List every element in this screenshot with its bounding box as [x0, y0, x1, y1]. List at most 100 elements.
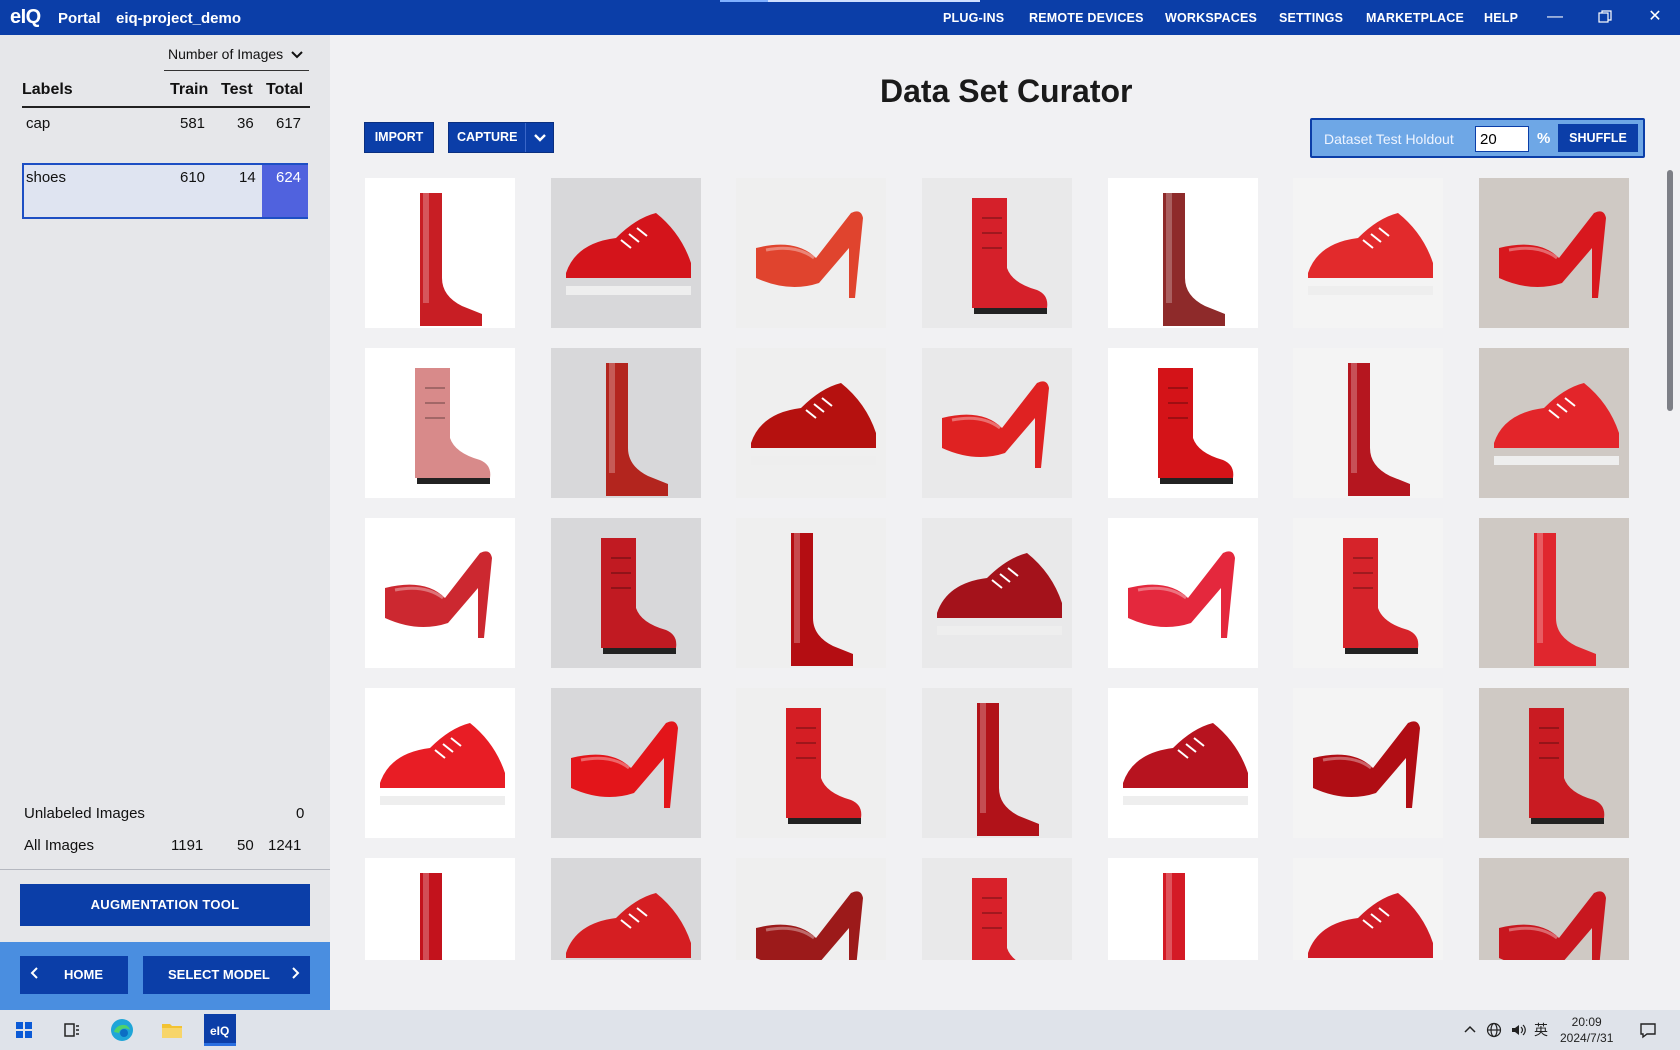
image-thumbnail[interactable]	[1479, 688, 1629, 838]
minimize-icon[interactable]: —	[1540, 4, 1570, 30]
capture-dropdown-chevron-icon[interactable]	[525, 123, 553, 152]
image-thumbnail[interactable]	[365, 688, 515, 838]
clock-date: 2024/7/31	[1560, 1031, 1614, 1045]
menu-remote-devices[interactable]: REMOTE DEVICES	[1029, 11, 1144, 25]
close-icon[interactable]: ✕	[1640, 4, 1670, 30]
menu-plugins[interactable]: PLUG-INS	[943, 11, 1004, 25]
test-header: Test	[221, 81, 253, 98]
image-thumbnail[interactable]	[365, 858, 515, 960]
select-model-button[interactable]: SELECT MODEL	[143, 956, 310, 994]
all-images-total: 1241	[268, 837, 302, 854]
menu-help[interactable]: HELP	[1484, 11, 1518, 25]
import-button[interactable]: IMPORT	[364, 122, 434, 153]
select-model-label: SELECT MODEL	[168, 967, 270, 982]
image-thumbnail[interactable]	[365, 348, 515, 498]
image-thumbnail[interactable]	[1108, 858, 1258, 960]
eiq-portal-taskbar-icon[interactable]: eIQ	[204, 1014, 236, 1046]
augmentation-tool-button[interactable]: AUGMENTATION TOOL	[20, 884, 310, 926]
image-thumbnail[interactable]	[1293, 688, 1443, 838]
image-thumbnail[interactable]	[1479, 518, 1629, 668]
windows-start-icon[interactable]	[8, 1014, 40, 1046]
notification-icon[interactable]	[1632, 1014, 1664, 1046]
all-images-test: 50	[237, 837, 254, 854]
sort-dropdown[interactable]: Number of Images	[164, 43, 309, 71]
image-thumbnail[interactable]	[551, 688, 701, 838]
sort-dropdown-value: Number of Images	[168, 46, 284, 62]
total-header: Total	[266, 81, 304, 98]
image-thumbnail[interactable]	[1293, 858, 1443, 960]
percent-sign: %	[1537, 130, 1551, 147]
page-title: Data Set Curator	[880, 73, 1133, 109]
labels-sidebar: Number of Images Labels Train Test Total…	[0, 35, 330, 1045]
image-thumbnail[interactable]	[736, 858, 886, 960]
image-thumbnail[interactable]	[551, 178, 701, 328]
unlabeled-label: Unlabeled Images	[24, 805, 145, 822]
image-thumbnail[interactable]	[551, 518, 701, 668]
network-globe-icon[interactable]	[1486, 1022, 1502, 1041]
taskbar-clock[interactable]: 20:09 2024/7/31	[1560, 1014, 1613, 1046]
image-thumbnail[interactable]	[1479, 178, 1629, 328]
project-name: eiq-project_demo	[116, 10, 242, 27]
ime-indicator[interactable]: 英	[1534, 1020, 1548, 1040]
image-thumbnail[interactable]	[1108, 178, 1258, 328]
menu-workspaces[interactable]: WORKSPACES	[1165, 11, 1257, 25]
home-button-label: HOME	[64, 967, 103, 982]
gallery-scrollbar[interactable]	[1667, 170, 1673, 411]
image-thumbnail[interactable]	[1293, 348, 1443, 498]
clock-time: 20:09	[1571, 1015, 1602, 1029]
chevron-left-icon	[30, 956, 40, 994]
eiq-logo: eIQ	[10, 6, 41, 28]
image-thumbnail[interactable]	[1479, 348, 1629, 498]
menu-marketplace[interactable]: MARKETPLACE	[1366, 11, 1464, 25]
image-thumbnail[interactable]	[1108, 518, 1258, 668]
chevron-down-icon	[291, 43, 303, 67]
label-total-count: 624	[276, 169, 302, 186]
file-explorer-icon[interactable]	[156, 1014, 188, 1046]
image-thumbnail[interactable]	[922, 858, 1072, 960]
volume-icon[interactable]	[1510, 1022, 1528, 1041]
holdout-input[interactable]	[1475, 126, 1529, 152]
image-thumbnail[interactable]	[922, 688, 1072, 838]
image-thumbnail[interactable]	[1479, 858, 1629, 960]
loading-indicator-track	[768, 0, 980, 2]
chevron-right-icon	[290, 956, 300, 994]
test-holdout-panel: Dataset Test Holdout % SHUFFLE	[1310, 118, 1645, 158]
shuffle-button[interactable]: SHUFFLE	[1558, 124, 1638, 152]
labels-header: Labels	[22, 81, 73, 98]
label-train-count: 581	[180, 115, 206, 132]
svg-text:eIQ: eIQ	[210, 1024, 229, 1038]
image-thumbnail[interactable]	[736, 518, 886, 668]
image-thumbnail[interactable]	[1293, 178, 1443, 328]
image-thumbnail[interactable]	[736, 688, 886, 838]
image-thumbnail[interactable]	[365, 518, 515, 668]
label-test-count: 14	[239, 169, 256, 186]
tray-chevron-up-icon[interactable]	[1464, 1022, 1476, 1038]
image-thumbnail[interactable]	[736, 348, 886, 498]
image-thumbnail[interactable]	[736, 178, 886, 328]
label-name: cap	[26, 115, 51, 132]
image-thumbnail[interactable]	[1108, 348, 1258, 498]
all-images-train: 1191	[171, 837, 204, 854]
image-thumbnail[interactable]	[922, 518, 1072, 668]
holdout-label: Dataset Test Holdout	[1324, 131, 1454, 147]
sidebar-divider	[0, 869, 330, 870]
image-thumbnail[interactable]	[1108, 688, 1258, 838]
image-thumbnail[interactable]	[922, 348, 1072, 498]
label-train-count: 610	[180, 169, 206, 186]
title-bar: eIQ Portal eiq-project_demo PLUG-INS REM…	[0, 0, 1680, 35]
capture-button[interactable]: CAPTURE	[448, 122, 554, 153]
windows-taskbar: eIQ 英 20:09 2024/7/31	[0, 1010, 1680, 1050]
image-thumbnail[interactable]	[1293, 518, 1443, 668]
edge-browser-icon[interactable]	[106, 1014, 138, 1046]
all-images-label: All Images	[24, 837, 95, 854]
label-row-shoes[interactable]: shoes 610 14 624	[22, 163, 308, 219]
home-button[interactable]: HOME	[20, 956, 128, 994]
image-thumbnail[interactable]	[365, 178, 515, 328]
image-thumbnail[interactable]	[551, 858, 701, 960]
image-thumbnail[interactable]	[922, 178, 1072, 328]
task-view-icon[interactable]	[56, 1014, 88, 1046]
train-header: Train	[170, 81, 209, 98]
image-thumbnail[interactable]	[551, 348, 701, 498]
restore-icon[interactable]	[1590, 4, 1620, 30]
menu-settings[interactable]: SETTINGS	[1279, 11, 1343, 25]
